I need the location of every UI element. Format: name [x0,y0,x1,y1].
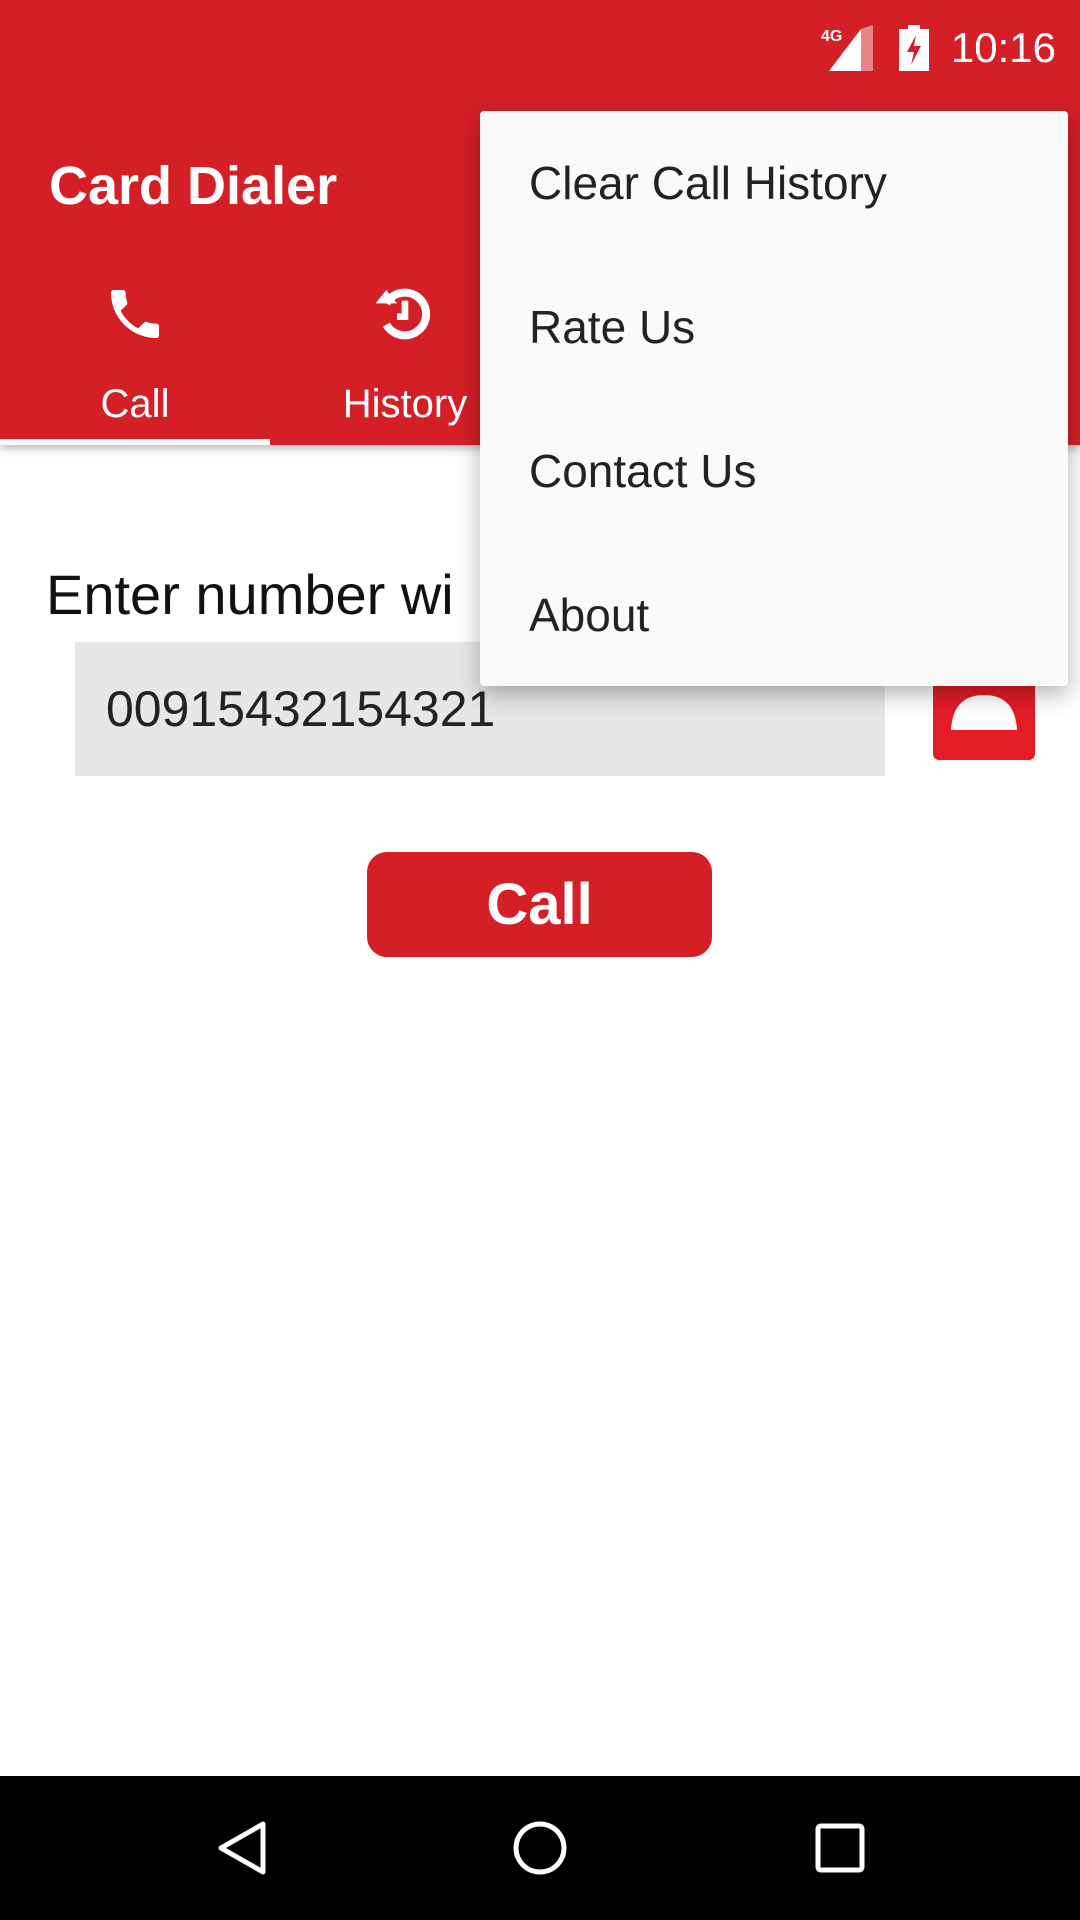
phone-icon [111,290,159,338]
battery-charging-icon [898,25,929,71]
number-label: Enter number wi [46,563,454,626]
navigation-bar [0,1776,1080,1920]
status-bar: 4G 10:16 [821,14,1056,82]
svg-text:4G: 4G [821,28,842,45]
clock: 10:16 [950,24,1056,71]
overflow-menu: Clear Call History Rate Us Contact Us Ab… [480,111,1068,686]
signal-4g-icon: 4G [821,25,873,71]
tab-call[interactable]: Call [0,270,270,445]
menu-item-clear-call-history[interactable]: Clear Call History [480,111,1068,255]
home-icon[interactable] [510,1818,570,1878]
history-icon [375,288,431,340]
menu-item-about[interactable]: About [480,543,1068,687]
tab-call-label: Call [100,382,170,426]
recents-icon[interactable] [810,1818,870,1878]
tab-indicator [0,439,270,445]
app-title: Card Dialer [49,156,338,216]
call-button[interactable]: Call [367,852,712,957]
back-icon[interactable] [213,1818,273,1878]
menu-item-contact-us[interactable]: Contact Us [480,399,1068,543]
menu-item-rate-us[interactable]: Rate Us [480,255,1068,399]
